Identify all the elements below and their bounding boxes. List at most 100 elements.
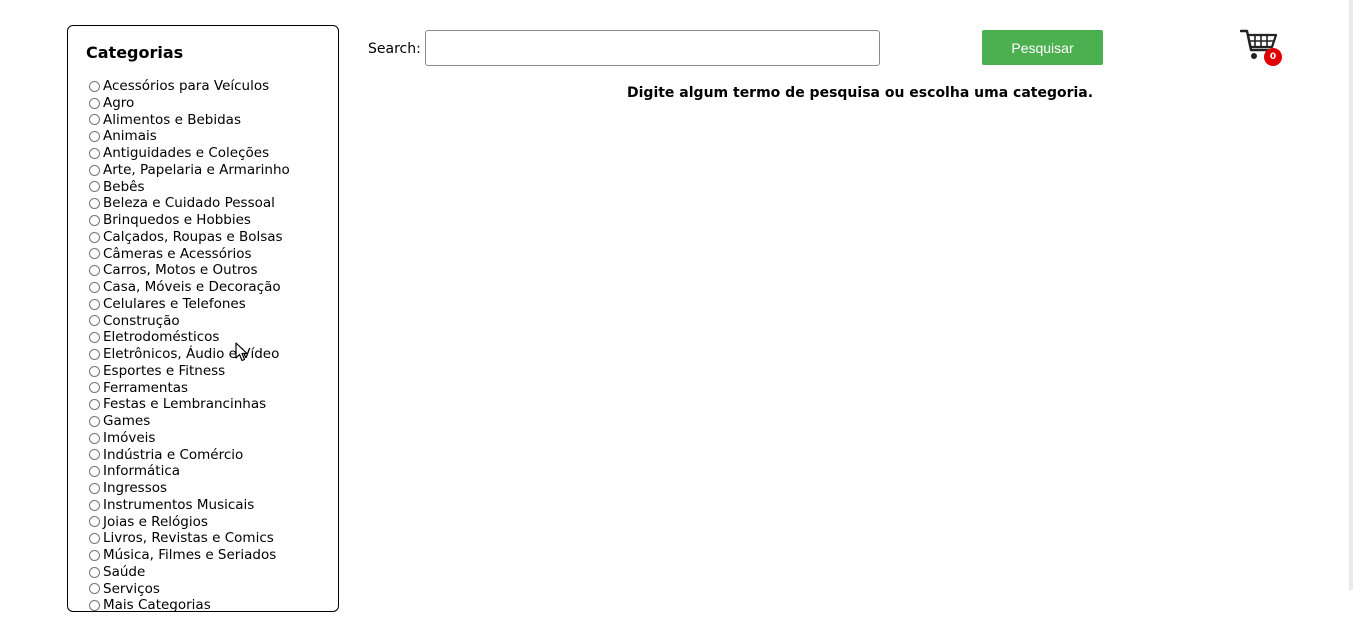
category-radio[interactable] [89, 533, 100, 545]
category-item[interactable]: Carros, Motos e Outros [89, 262, 290, 279]
category-list: Acessórios para Veículos Agro Alimentos e … [89, 78, 290, 614]
category-radio[interactable] [89, 600, 100, 612]
category-item[interactable]: Câmeras e Acessórios [89, 246, 290, 263]
category-item[interactable]: Acessórios para Veículos [89, 78, 290, 95]
category-label: Calçados, Roupas e Bolsas [103, 228, 283, 245]
category-item[interactable]: Arte, Papelaria e Armarinho [89, 162, 290, 179]
category-label: Casa, Móveis e Decoração [103, 279, 281, 295]
category-item[interactable]: Serviços [89, 581, 290, 598]
category-item[interactable]: Eletrônicos, Áudio e Vídeo [89, 346, 290, 363]
category-radio[interactable] [89, 97, 100, 109]
category-item[interactable]: Ferramentas [89, 380, 290, 397]
category-item[interactable]: Antiguidades e Coleções [89, 145, 290, 162]
empty-search-message: Digite algum termo de pesquisa ou escolh… [627, 85, 1094, 101]
category-radio[interactable] [89, 499, 100, 511]
category-item[interactable]: Indústria e Comércio [89, 447, 290, 464]
category-label: Carros, Motos e Outros [103, 262, 258, 279]
category-label: Imóveis [103, 429, 156, 446]
category-item[interactable]: Alimentos e Bebidas [89, 112, 290, 129]
category-label: Acessórios para Veículos [103, 78, 270, 94]
category-label: Antiguidades e Coleções [103, 145, 270, 161]
search-label: Search: [368, 41, 421, 57]
category-item[interactable]: Saúde [89, 564, 290, 581]
category-radio[interactable] [89, 114, 100, 126]
category-label: Instrumentos Musicais [103, 496, 255, 513]
category-radio[interactable] [89, 482, 100, 494]
category-label: Câmeras e Acessórios [103, 245, 252, 262]
category-item[interactable]: Construção [89, 313, 290, 330]
category-radio[interactable] [89, 315, 100, 327]
category-item[interactable]: Casa, Móveis e Decoração [89, 279, 290, 296]
search-button[interactable]: Pesquisar [982, 30, 1103, 65]
category-radio[interactable] [89, 181, 100, 193]
category-radio[interactable] [89, 248, 100, 260]
category-item[interactable]: Mais Categorias [89, 597, 290, 614]
category-radio[interactable] [89, 298, 100, 310]
category-radio[interactable] [89, 466, 100, 478]
category-item[interactable]: Festas e Lembrancinhas [89, 396, 290, 413]
category-item[interactable]: Instrumentos Musicais [89, 497, 290, 514]
category-label: Mais Categorias [103, 597, 211, 614]
category-item[interactable]: Beleza e Cuidado Pessoal [89, 195, 290, 212]
category-item[interactable]: Joias e Relógios [89, 514, 290, 531]
category-radio[interactable] [89, 348, 100, 360]
category-item[interactable]: Agro [89, 95, 290, 112]
category-item[interactable]: Esportes e Fitness [89, 363, 290, 380]
category-item[interactable]: Informática [89, 463, 290, 480]
category-label: Construção [103, 312, 180, 329]
category-item[interactable]: Animais [89, 128, 290, 145]
category-radio[interactable] [89, 415, 100, 427]
category-item[interactable]: Música, Filmes e Seriados [89, 547, 290, 564]
cart-count-badge: 0 [1264, 48, 1282, 66]
category-label: Games [103, 413, 151, 429]
category-label: Eletrônicos, Áudio e Vídeo [103, 346, 280, 362]
category-label: Livros, Revistas e Comics [103, 530, 274, 547]
category-label: Celulares e Telefones [103, 295, 246, 312]
category-item[interactable]: Imóveis [89, 430, 290, 447]
category-radio[interactable] [89, 164, 100, 176]
category-item[interactable]: Celulares e Telefones [89, 296, 290, 313]
category-radio[interactable] [89, 432, 100, 444]
category-label: Joias e Relógios [103, 513, 208, 530]
category-radio[interactable] [89, 147, 100, 159]
category-item[interactable]: Brinquedos e Hobbies [89, 212, 290, 229]
category-label: Bebês [103, 178, 145, 195]
category-radio[interactable] [89, 231, 100, 243]
category-radio[interactable] [89, 198, 100, 210]
category-item[interactable]: Livros, Revistas e Comics [89, 530, 290, 547]
page-scrollbar[interactable] [1349, 0, 1353, 590]
search-input[interactable] [425, 30, 880, 66]
category-radio[interactable] [89, 516, 100, 528]
category-radio[interactable] [89, 549, 100, 561]
category-radio[interactable] [89, 214, 100, 226]
category-radio[interactable] [89, 265, 100, 277]
categories-panel: Categorias Acessórios para Veículos Agro A… [67, 25, 339, 614]
category-label: Eletrodomésticos [103, 329, 220, 346]
category-radio[interactable] [89, 566, 100, 578]
category-item[interactable]: Eletrodomésticos [89, 329, 290, 346]
category-radio[interactable] [89, 281, 100, 293]
category-label: Festas e Lembrancinhas [103, 396, 267, 413]
categories-title: Categorias [86, 43, 184, 62]
category-item[interactable]: Calçados, Roupas e Bolsas [89, 229, 290, 246]
category-label: Ingressos [103, 480, 168, 496]
category-label: Música, Filmes e Seriados [103, 547, 277, 563]
category-item[interactable]: Games [89, 413, 290, 430]
category-item[interactable]: Bebês [89, 179, 290, 196]
category-radio[interactable] [89, 382, 100, 394]
category-radio[interactable] [89, 365, 100, 377]
category-radio[interactable] [89, 449, 100, 461]
category-label: Saúde [103, 563, 146, 580]
category-label: Agro [103, 94, 135, 111]
category-radio[interactable] [89, 131, 100, 143]
category-label: Alimentos e Bebidas [103, 111, 241, 128]
category-radio[interactable] [89, 80, 100, 92]
category-radio[interactable] [89, 399, 100, 411]
category-item[interactable]: Ingressos [89, 480, 290, 497]
category-label: Animais [103, 128, 157, 145]
category-radio[interactable] [89, 583, 100, 595]
category-label: Indústria e Comércio [103, 446, 244, 463]
cart-button[interactable]: 0 [1239, 28, 1284, 68]
category-radio[interactable] [89, 332, 100, 344]
category-label: Informática [103, 463, 181, 480]
